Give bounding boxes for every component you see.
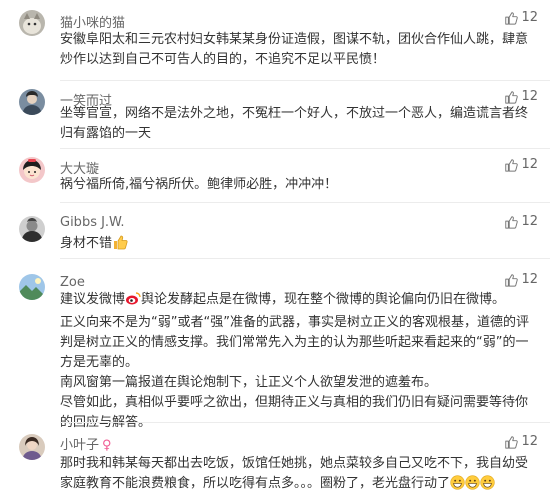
username[interactable]: Zoe [60, 275, 85, 290]
avatar[interactable] [19, 434, 45, 460]
comment-text: 祸兮福所倚,福兮祸所伏。鲍律师必胜，冲冲冲！ [60, 177, 338, 192]
username-text: 小叶子 [60, 438, 100, 453]
avatar[interactable] [19, 157, 45, 183]
username[interactable]: 猫小咪的猫 [60, 12, 125, 31]
like-count: 12 [521, 272, 538, 287]
thumbs-up-icon [505, 215, 519, 229]
bw-portrait-avatar-icon [19, 216, 45, 242]
like-button[interactable]: 12 [504, 157, 538, 172]
grinning-face-emoji-icon [450, 475, 465, 497]
like-button[interactable]: 12 [504, 214, 538, 229]
comment-text: 那时我和韩某每天都出去吃饭，饭馆任她挑，她点菜较多自己又吃不下，我自幼受家庭教育… [60, 454, 538, 497]
like-count: 12 [521, 157, 538, 172]
landscape-avatar-icon [19, 274, 45, 300]
like-count: 12 [521, 89, 538, 104]
comment-feed: 猫小咪的猫 12 安徽阜阳太和三元农村妇女韩某某身份证造假，图谋不轨，团伙合作仙… [0, 0, 550, 493]
cartoon-girl-avatar-icon [19, 157, 45, 183]
comment-item: 小叶子 ♀ 12 那时我和韩某每天都出去吃饭，饭馆任她挑，她点菜较多自己又吃不下，… [0, 422, 550, 493]
username[interactable]: 小叶子 ♀ [60, 434, 112, 453]
weibo-logo-icon [125, 290, 141, 313]
thumbs-up-icon [505, 435, 519, 449]
like-button[interactable]: 12 [504, 10, 538, 25]
avatar[interactable] [19, 274, 45, 300]
comment-text: 安徽阜阳太和三元农村妇女韩某某身份证造假，图谋不轨，团伙合作仙人跳，肆意炒作以达… [60, 32, 529, 67]
comment-text: 坐等官宣，网络不是法外之地，不冤枉一个好人，不放过一个恶人，编造谎言者终归有露馅… [60, 106, 529, 141]
like-button[interactable]: 12 [504, 434, 538, 449]
comment-text: 身材不错 [60, 234, 538, 257]
thumbs-up-icon [505, 90, 519, 104]
username[interactable]: Gibbs J.W. [60, 215, 125, 230]
like-count: 12 [521, 434, 538, 449]
comment-item: Gibbs J.W. 12 身材不错 [0, 202, 550, 258]
thumbs-up-icon [505, 11, 519, 25]
comment-item: 大大璇 12 祸兮福所倚,福兮祸所伏。鲍律师必胜，冲冲冲！ [0, 148, 550, 202]
comment-item: Zoe 12 建议发微博 舆论发酵起点是在微博，现在整个微博的舆论偏向仍旧在微博。… [0, 258, 550, 430]
thumbs-up-icon [505, 158, 519, 172]
comment-text-span: 身材不错 [60, 236, 113, 251]
grinning-face-emoji-icon [465, 475, 480, 497]
comment-item: 猫小咪的猫 12 安徽阜阳太和三元农村妇女韩某某身份证造假，图谋不轨，团伙合作仙… [0, 0, 550, 80]
avatar[interactable] [19, 89, 45, 115]
thumbs-up-emoji-icon [112, 234, 128, 257]
comment-item: 一笑而过 12 坐等官宣，网络不是法外之地，不冤枉一个好人，不放过一个恶人，编造… [0, 80, 550, 148]
comment-text-span: 建议发微博 [60, 292, 126, 307]
avatar[interactable] [19, 216, 45, 242]
cat-avatar-icon [19, 10, 45, 36]
like-count: 12 [521, 10, 538, 25]
grinning-face-emoji-icon [480, 475, 495, 497]
thumbs-up-icon [505, 273, 519, 287]
girl-photo-avatar-icon [19, 434, 45, 460]
comment-text-span: 舆论发酵起点是在微博，现在整个微博的舆论偏向仍旧在微博。 [141, 292, 506, 307]
female-symbol-icon: ♀ [102, 438, 112, 453]
portrait-avatar-icon [19, 89, 45, 115]
like-button[interactable]: 12 [504, 272, 538, 287]
avatar[interactable] [19, 10, 45, 36]
comment-text: 建议发微博 舆论发酵起点是在微博，现在整个微博的舆论偏向仍旧在微博。 正义向来不是… [60, 290, 529, 430]
like-button[interactable]: 12 [504, 89, 538, 104]
like-count: 12 [521, 214, 538, 229]
